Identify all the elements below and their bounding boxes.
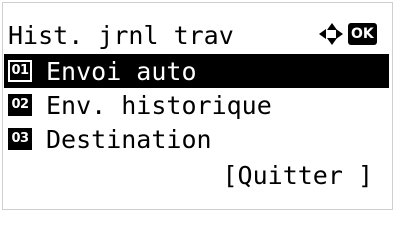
menu-item-label: Env. historique — [46, 90, 272, 120]
nav-indicator: OK — [318, 20, 377, 48]
four-way-arrow-icon — [318, 21, 344, 47]
menu-item-number: 03 — [8, 128, 32, 150]
screen-title: Hist. jrnl trav — [8, 20, 234, 50]
menu-item-label: Destination — [46, 124, 212, 154]
ok-badge: OK — [348, 23, 377, 45]
menu-item-env-historique[interactable]: 02 Env. historique — [4, 88, 389, 122]
quit-softkey[interactable]: [Quitter ] — [222, 158, 373, 192]
menu-item-number: 01 — [8, 60, 32, 82]
menu-item-destination[interactable]: 03 Destination — [4, 122, 389, 156]
menu-item-label: Envoi auto — [46, 56, 197, 86]
menu-item-envoi-auto[interactable]: 01 Envoi auto — [4, 54, 389, 88]
lcd-screen: Hist. jrnl trav OK 01 Envoi auto 02 Env.… — [0, 0, 395, 212]
menu-item-number: 02 — [8, 94, 32, 116]
